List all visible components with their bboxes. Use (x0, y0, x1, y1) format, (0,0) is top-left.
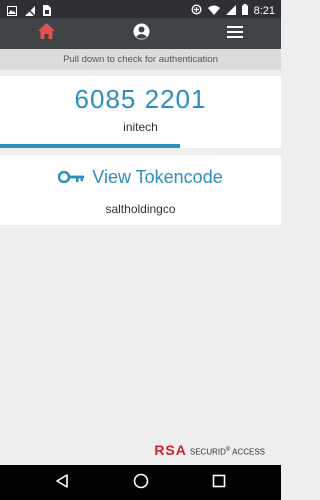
otp-timer-bar (0, 144, 281, 148)
view-tokencode-label: View Tokencode (92, 167, 223, 187)
status-time: 8:21 (253, 5, 275, 17)
banner-text: Pull down to check for authentication (63, 54, 218, 65)
back-icon (55, 473, 69, 493)
rsa-securid-logo: RSA SECURID® ACCESS (154, 442, 265, 458)
access-word: ACCESS (232, 448, 265, 457)
rsa-wordmark: RSA (154, 442, 187, 458)
app-header (0, 18, 281, 49)
back-button[interactable] (52, 473, 72, 493)
account-icon (133, 23, 150, 45)
view-tokencode-link[interactable]: View Tokencode (0, 167, 281, 188)
otp-code: 6085 2201 (74, 84, 207, 114)
key-icon (58, 167, 85, 188)
otp-account-label: initech (123, 120, 158, 134)
account-tab[interactable] (121, 18, 161, 49)
system-home-button[interactable] (131, 473, 151, 493)
securid-word: SECURID (189, 448, 226, 457)
home-icon (37, 23, 55, 44)
securid-access-text: SECURID® ACCESS (190, 447, 265, 457)
home-circle-icon (133, 473, 149, 494)
system-nav-bar (0, 465, 281, 500)
pull-to-refresh-banner[interactable]: Pull down to check for authentication (0, 49, 281, 70)
otp-timer-fill (0, 144, 180, 148)
recents-icon (212, 474, 226, 493)
home-tab[interactable] (26, 18, 66, 49)
token-account-label: saltholdingco (105, 202, 176, 216)
menu-tab[interactable] (215, 18, 255, 49)
recents-button[interactable] (209, 473, 229, 493)
menu-icon (227, 25, 243, 43)
registered-mark: ® (225, 447, 231, 454)
token-card[interactable]: View Tokencode saltholdingco (0, 155, 281, 225)
otp-card[interactable]: 6085 2201 initech (0, 76, 281, 148)
status-bar: 8:21 (0, 0, 281, 18)
